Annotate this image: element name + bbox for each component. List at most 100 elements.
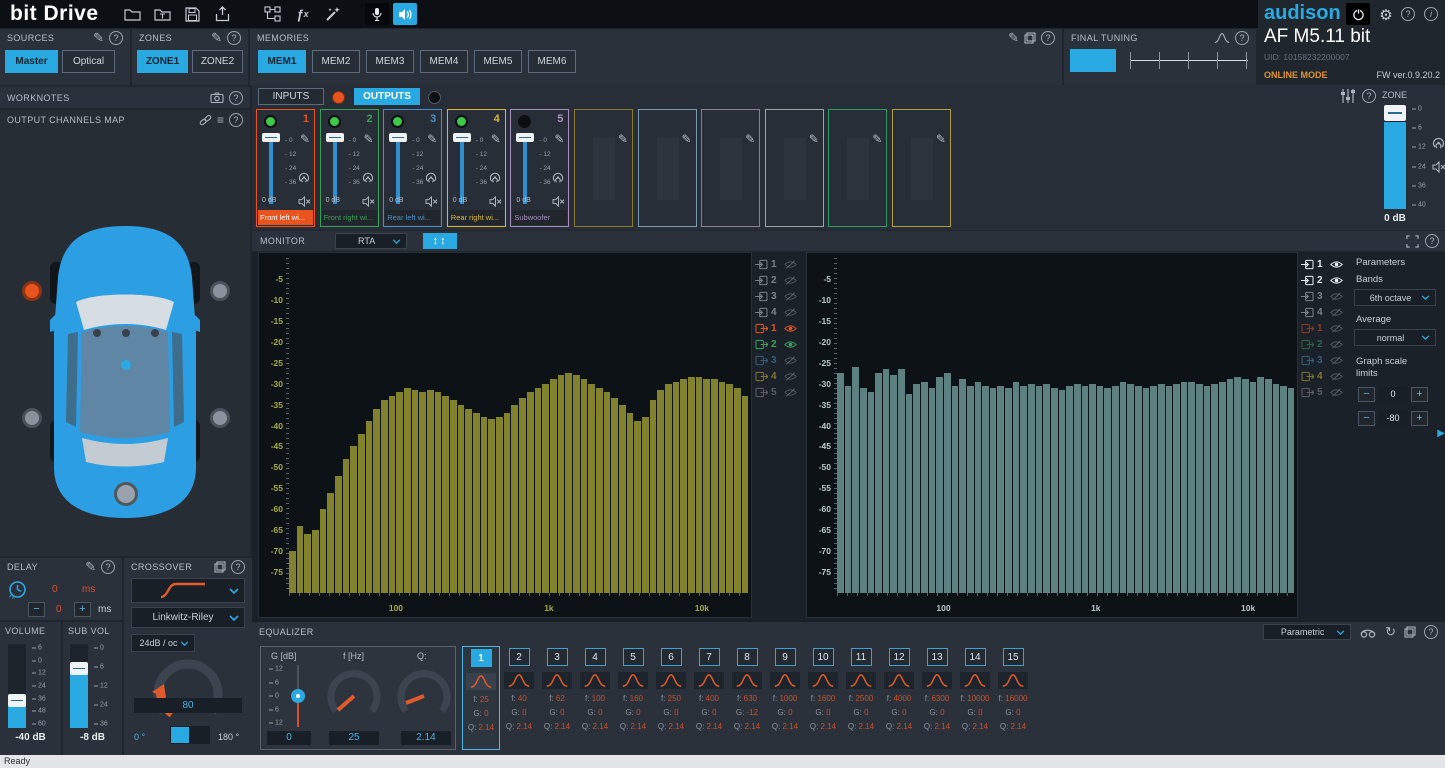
- reset-icon[interactable]: ↻: [1385, 624, 1396, 640]
- eq-band-number-button[interactable]: 13: [927, 648, 948, 666]
- zone-fader[interactable]: [1384, 105, 1406, 209]
- channel-strip[interactable]: 5✎- 0- 12- 24- 360 dBSubwoofer: [510, 109, 569, 227]
- eq-band-9[interactable]: 9f: 1000G: 0Q: 2.14: [766, 646, 804, 750]
- eq-band-number-button[interactable]: 8: [737, 648, 758, 666]
- help-icon[interactable]: ?: [109, 31, 123, 45]
- eye-off-icon[interactable]: [1330, 372, 1343, 381]
- channel-strip-empty[interactable]: ✎: [638, 109, 697, 227]
- eq-band-number-button[interactable]: 9: [775, 648, 796, 666]
- info-icon[interactable]: i: [1424, 7, 1438, 21]
- edit-icon[interactable]: ✎: [554, 132, 564, 146]
- legend-row-out-2[interactable]: 2: [755, 336, 803, 352]
- final-tuning-indicator[interactable]: [1070, 49, 1116, 72]
- edit-icon[interactable]: ✎: [682, 132, 692, 146]
- edit-icon[interactable]: ✎: [491, 132, 501, 146]
- eq-band-number-button[interactable]: 7: [699, 648, 720, 666]
- zone-button-2[interactable]: ZONE2: [192, 50, 243, 73]
- channel-strip[interactable]: 1✎- 0- 12- 24- 360 dBFront left wi...: [256, 109, 315, 227]
- mute-icon[interactable]: [362, 196, 375, 207]
- eq-band-7[interactable]: 7f: 400G: 0Q: 2.14: [690, 646, 728, 750]
- legend-row-out-1[interactable]: 1: [1301, 320, 1349, 336]
- edit-icon[interactable]: ✎: [427, 132, 437, 146]
- memory-button-1[interactable]: MEM1: [258, 50, 306, 73]
- fullscreen-icon[interactable]: [1406, 235, 1419, 248]
- mute-icon[interactable]: [552, 196, 565, 207]
- routing-icon[interactable]: [263, 4, 283, 24]
- help-icon[interactable]: ?: [1235, 31, 1249, 45]
- open-file-icon[interactable]: [123, 4, 143, 24]
- eq-bell-icon[interactable]: [846, 672, 876, 689]
- edit-icon[interactable]: ✎: [211, 32, 222, 44]
- channel-strip-empty[interactable]: ✎: [765, 109, 824, 227]
- channel-strip[interactable]: 3✎- 0- 12- 24- 360 dBRear left wi...: [383, 109, 442, 227]
- legend-row-out-5[interactable]: 5: [1301, 384, 1349, 400]
- eq-band-10[interactable]: 10f: 1600G: 0Q: 2.14: [804, 646, 842, 750]
- template-folder-icon[interactable]: [153, 4, 173, 24]
- legend-row-out-3[interactable]: 3: [1301, 352, 1349, 368]
- eq-q-value[interactable]: 2.14: [401, 731, 451, 745]
- legend-row-out-4[interactable]: 4: [755, 368, 803, 384]
- eq-band-14[interactable]: 14f: 10000G: 0Q: 2.14: [956, 646, 994, 750]
- listen-icon[interactable]: [552, 172, 564, 184]
- eye-off-icon[interactable]: [784, 276, 797, 285]
- phase-toggle[interactable]: [170, 726, 210, 744]
- eq-band-number-button[interactable]: 6: [661, 648, 682, 666]
- memory-button-5[interactable]: MEM5: [474, 50, 522, 73]
- power-icon[interactable]: [1346, 3, 1370, 25]
- channel-label[interactable]: Rear right wi...: [449, 210, 504, 225]
- listen-icon[interactable]: [489, 172, 501, 184]
- monitor-arrows-button[interactable]: ↕↕: [423, 233, 457, 249]
- eq-mode-dropdown[interactable]: Parametric: [1263, 624, 1351, 640]
- legend-row-in-4[interactable]: 4: [1301, 304, 1349, 320]
- copy-icon[interactable]: [1024, 32, 1036, 44]
- eq-band-number-button[interactable]: 3: [547, 648, 568, 666]
- functions-icon[interactable]: ƒx: [293, 4, 313, 24]
- volume-fader[interactable]: [8, 644, 26, 728]
- eye-icon[interactable]: [1330, 260, 1343, 269]
- edit-icon[interactable]: ✎: [809, 132, 819, 146]
- help-icon[interactable]: ?: [229, 91, 243, 105]
- listen-icon[interactable]: [362, 172, 374, 184]
- legend-row-in-4[interactable]: 4: [755, 304, 803, 320]
- eq-band-3[interactable]: 3f: 62G: 0Q: 2.14: [538, 646, 576, 750]
- help-icon[interactable]: ?: [1424, 625, 1438, 639]
- mute-icon[interactable]: [489, 196, 502, 207]
- eq-bell-icon[interactable]: [580, 672, 610, 689]
- channel-strip-empty[interactable]: ✎: [701, 109, 760, 227]
- edit-icon[interactable]: ✎: [85, 561, 96, 573]
- crossover-frequency-knob[interactable]: [150, 654, 226, 724]
- eq-bell-icon[interactable]: [542, 672, 572, 689]
- eq-band-number-button[interactable]: 14: [965, 648, 986, 666]
- channel-strip[interactable]: 2✎- 0- 12- 24- 360 dBFront right wi...: [320, 109, 379, 227]
- mixer-icon[interactable]: [1340, 89, 1356, 103]
- bands-dropdown[interactable]: 6th octave: [1354, 289, 1436, 306]
- eq-band-number-button[interactable]: 5: [623, 648, 644, 666]
- microphone-icon[interactable]: [365, 3, 389, 25]
- eq-bell-icon[interactable]: [998, 672, 1028, 689]
- eq-band-number-button[interactable]: 11: [851, 648, 872, 666]
- delay-minus-button[interactable]: −: [28, 602, 45, 617]
- expand-panel-arrow[interactable]: ▶: [1437, 428, 1445, 439]
- mute-icon[interactable]: [1432, 161, 1445, 173]
- speaker-front-right[interactable]: [210, 281, 230, 301]
- legend-row-in-3[interactable]: 3: [755, 288, 803, 304]
- limit-top-plus-button[interactable]: +: [1411, 387, 1428, 402]
- legend-row-out-3[interactable]: 3: [755, 352, 803, 368]
- legend-row-in-2[interactable]: 2: [755, 272, 803, 288]
- edit-icon[interactable]: ✎: [936, 132, 946, 146]
- final-tuning-slider[interactable]: [1130, 49, 1248, 72]
- eye-off-icon[interactable]: [1330, 340, 1343, 349]
- eq-band-8[interactable]: 8f: 630G: -12Q: 2.14: [728, 646, 766, 750]
- legend-row-out-4[interactable]: 4: [1301, 368, 1349, 384]
- mute-icon[interactable]: [298, 196, 311, 207]
- eq-freq-knob[interactable]: [325, 663, 383, 727]
- limit-top-minus-button[interactable]: −: [1358, 387, 1375, 402]
- eye-off-icon[interactable]: [1330, 356, 1343, 365]
- export-icon[interactable]: [213, 4, 233, 24]
- eq-band-number-button[interactable]: 15: [1003, 648, 1024, 666]
- eye-off-icon[interactable]: [784, 372, 797, 381]
- eye-off-icon[interactable]: [1330, 324, 1343, 333]
- eq-band-number-button[interactable]: 1: [471, 649, 492, 667]
- eq-freq-value[interactable]: 25: [329, 731, 379, 745]
- help-icon[interactable]: ?: [101, 560, 115, 574]
